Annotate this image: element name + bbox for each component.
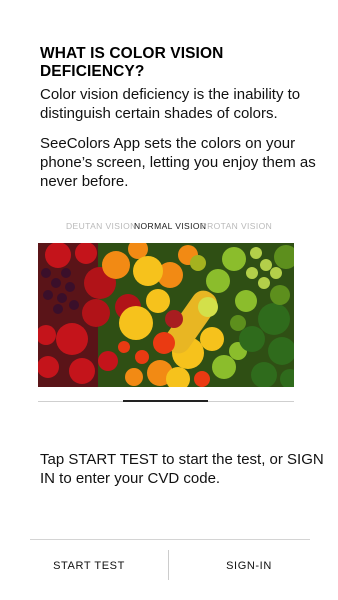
tab-deutan-vision[interactable]: DEUTAN VISION bbox=[66, 221, 137, 231]
app-description-paragraph: SeeColors App sets the colors on your ph… bbox=[40, 135, 316, 190]
tab-normal-vision[interactable]: NORMAL VISION bbox=[134, 221, 206, 231]
carousel-indicator-active bbox=[123, 400, 208, 402]
description-paragraph: Color vision deficiency is the inability… bbox=[40, 86, 301, 122]
footer-divider-line bbox=[30, 539, 310, 540]
sign-in-button[interactable]: SIGN-IN bbox=[184, 550, 314, 582]
vegetables-image[interactable] bbox=[38, 243, 294, 387]
vision-mode-tabs: DEUTAN VISION NORMAL VISION PROTAN VISIO… bbox=[0, 221, 338, 235]
vegetables-illustration bbox=[38, 243, 294, 387]
instruction-text: Tap START TEST to start the test, or SIG… bbox=[40, 451, 324, 487]
page-title: WHAT IS COLOR VISION DEFICIENCY? bbox=[40, 45, 224, 80]
footer-button-separator bbox=[168, 550, 169, 580]
tab-protan-vision[interactable]: PROTAN VISION bbox=[201, 221, 272, 231]
start-test-button[interactable]: START TEST bbox=[24, 550, 154, 582]
